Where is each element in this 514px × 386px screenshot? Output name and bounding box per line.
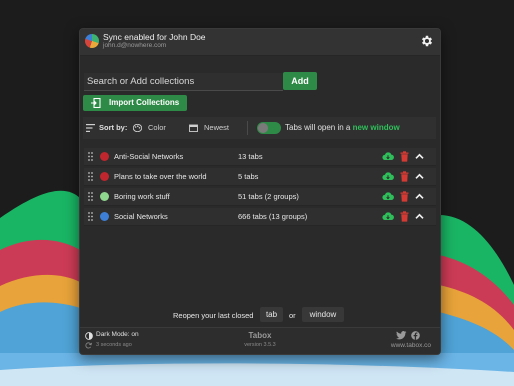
collection-tab-count: 5 tabs xyxy=(238,172,259,181)
collection-tab-count: 51 tabs (2 groups) xyxy=(238,192,299,201)
popup-footer: Dark Mode: on 3 seconds ago Tabox versio… xyxy=(80,327,440,354)
trash-icon[interactable] xyxy=(400,211,409,222)
collection-color-dot[interactable] xyxy=(100,152,109,161)
collection-row[interactable]: Boring work stuff 51 tabs (2 groups) xyxy=(84,188,436,206)
sort-bar: Sort by: Color Newest Tabs will open in … xyxy=(83,117,436,139)
collection-color-dot[interactable] xyxy=(100,212,109,221)
website-link[interactable]: www.tabox.co xyxy=(391,342,431,349)
chevron-up-icon[interactable] xyxy=(415,212,424,221)
open-mode-text: Tabs will open in a new window xyxy=(285,123,400,132)
twitter-icon[interactable] xyxy=(396,331,407,340)
chevron-up-icon[interactable] xyxy=(415,192,424,201)
collection-color-dot[interactable] xyxy=(100,192,109,201)
drag-handle-icon[interactable] xyxy=(88,172,93,181)
import-collections-button[interactable]: Import Collections xyxy=(83,95,187,111)
open-mode-prefix: Tabs will open in a xyxy=(285,123,353,132)
sort-newest-label: Newest xyxy=(204,123,230,132)
chevron-up-icon[interactable] xyxy=(415,152,424,161)
brand-name: Tabox xyxy=(248,331,272,340)
collection-tab-count: 666 tabs (13 groups) xyxy=(238,212,308,221)
sort-icon xyxy=(86,124,95,132)
reopen-tab-button[interactable]: tab xyxy=(260,307,283,322)
cloud-download-icon[interactable] xyxy=(382,171,394,182)
cloud-download-icon[interactable] xyxy=(382,211,394,222)
popup-header: Sync enabled for John Doe john.d@nowhere… xyxy=(80,29,440,56)
divider xyxy=(247,121,248,135)
version-text: version 3.5.3 xyxy=(244,342,276,348)
collection-name[interactable]: Boring work stuff xyxy=(114,192,170,201)
drag-handle-icon[interactable] xyxy=(88,212,93,221)
reopen-window-button[interactable]: window xyxy=(302,307,344,322)
search-input[interactable] xyxy=(84,73,283,91)
trash-icon[interactable] xyxy=(400,151,409,162)
tabox-popup: Sync enabled for John Doe john.d@nowhere… xyxy=(79,28,441,355)
collection-color-dot[interactable] xyxy=(100,172,109,181)
open-mode-highlight: new window xyxy=(352,123,400,132)
cloud-download-icon[interactable] xyxy=(382,191,394,202)
collection-tab-count: 13 tabs xyxy=(238,152,263,161)
collection-row[interactable]: Social Networks 666 tabs (13 groups) xyxy=(84,208,436,226)
reopen-or: or xyxy=(289,311,296,320)
sync-title: Sync enabled for John Doe xyxy=(103,32,206,42)
trash-icon[interactable] xyxy=(400,191,409,202)
sort-color-label: Color xyxy=(148,123,166,132)
reopen-text: Reopen your last closed xyxy=(173,311,254,320)
collection-name[interactable]: Plans to take over the world xyxy=(114,172,207,181)
import-icon xyxy=(91,98,101,108)
collection-row[interactable]: Anti-Social Networks 13 tabs xyxy=(84,148,436,166)
collection-name[interactable]: Social Networks xyxy=(114,212,168,221)
collection-name[interactable]: Anti-Social Networks xyxy=(114,152,183,161)
collection-row[interactable]: Plans to take over the world 5 tabs xyxy=(84,168,436,186)
gear-icon[interactable] xyxy=(420,34,434,48)
toggle-knob xyxy=(258,123,268,133)
drag-handle-icon[interactable] xyxy=(88,152,93,161)
user-email: john.d@nowhere.com xyxy=(103,42,167,49)
sort-label: Sort by: xyxy=(99,123,128,132)
add-button[interactable]: Add xyxy=(283,72,317,90)
trash-icon[interactable] xyxy=(400,171,409,182)
reopen-bar: Reopen your last closed tab or window xyxy=(80,305,440,325)
drag-handle-icon[interactable] xyxy=(88,192,93,201)
calendar-icon xyxy=(189,124,198,132)
import-label: Import Collections xyxy=(109,98,180,107)
chevron-up-icon[interactable] xyxy=(415,172,424,181)
avatar xyxy=(85,34,99,48)
palette-icon xyxy=(133,124,142,132)
open-mode-toggle[interactable] xyxy=(257,122,281,134)
cloud-download-icon[interactable] xyxy=(382,151,394,162)
facebook-icon[interactable] xyxy=(411,331,420,340)
